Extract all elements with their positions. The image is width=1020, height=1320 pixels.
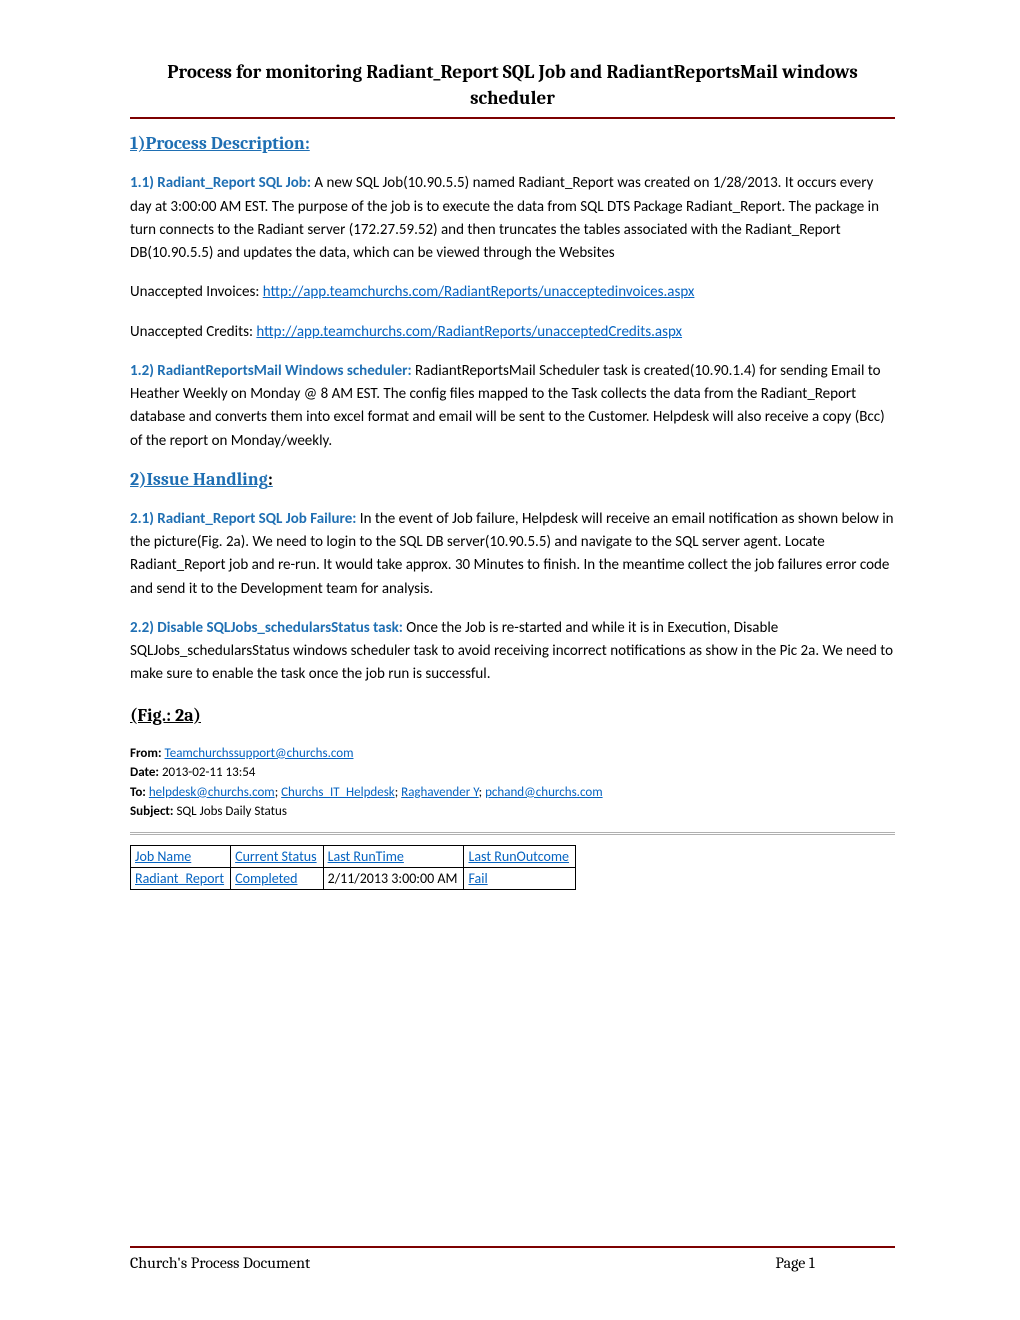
para-1-2-lead: 1.2) RadiantReportsMail Windows schedule…	[130, 362, 412, 380]
email-to-2[interactable]: Churchs_IT_Helpdesk	[281, 785, 395, 800]
status-table: Job Name Current Status Last RunTime Las…	[130, 845, 576, 890]
para-1-1-lead: 1.1) Radiant_Report SQL Job	[130, 174, 307, 192]
title-rule	[130, 117, 895, 119]
unaccepted-invoices-line: Unaccepted Invoices: http://app.teamchur…	[130, 281, 895, 304]
footer-rule	[130, 1246, 895, 1248]
section2-heading-text: 2)Issue Handling	[130, 469, 268, 490]
para-2-1-lead: 2.1) Radiant_Report SQL Job Failure:	[130, 510, 356, 528]
footer-row: Church's Process Document Page 1	[130, 1254, 895, 1272]
unaccepted-invoices-link[interactable]: http://app.teamchurchs.com/RadiantReport…	[263, 283, 695, 301]
paragraph-2-1: 2.1) Radiant_Report SQL Job Failure: In …	[130, 508, 895, 601]
cell-current-status: Completed	[231, 867, 324, 889]
email-date-value: 2013-02-11 13:54	[162, 765, 255, 780]
cell-last-runoutcome: Fail	[464, 867, 576, 889]
divider-thin-1	[130, 832, 895, 833]
email-to-4[interactable]: pchand@churchs.com	[485, 785, 603, 800]
email-to-3[interactable]: Raghavender Y	[401, 785, 479, 800]
divider-thin-2	[130, 834, 895, 835]
email-subject-value: SQL Jobs Daily Status	[176, 804, 286, 819]
para-2-2-lead: 2.2) Disable SQLJobs_schedularsStatus ta…	[130, 619, 403, 637]
section2-heading: 2)Issue Handling:	[130, 469, 895, 490]
email-subject-label: Subject:	[130, 804, 174, 819]
email-subject-line: Subject: SQL Jobs Daily Status	[130, 802, 895, 822]
table-header-row: Job Name Current Status Last RunTime Las…	[131, 845, 576, 867]
unaccepted-invoices-label: Unaccepted Invoices:	[130, 283, 263, 301]
unaccepted-credits-line: Unaccepted Credits: http://app.teamchurc…	[130, 321, 895, 344]
email-from-value[interactable]: Teamchurchssupport@churchs.com	[165, 746, 354, 761]
section1-heading: 1)Process Description:	[130, 133, 895, 154]
unaccepted-credits-link[interactable]: http://app.teamchurchs.com/RadiantReport…	[256, 323, 682, 341]
footer: Church's Process Document Page 1	[130, 1246, 895, 1272]
email-date-line: Date: 2013-02-11 13:54	[130, 763, 895, 783]
email-date-label: Date:	[130, 765, 159, 780]
section2-heading-colon: :	[268, 469, 273, 490]
document-title: Process for monitoring Radiant_Report SQ…	[130, 60, 895, 111]
col-current-status: Current Status	[231, 845, 324, 867]
figure-caption: (Fig.: 2a)	[130, 705, 895, 726]
paragraph-1-2: 1.2) RadiantReportsMail Windows schedule…	[130, 360, 895, 453]
page: Process for monitoring Radiant_Report SQ…	[0, 0, 1020, 1320]
cell-last-runtime: 2/11/2013 3:00:00 AM	[323, 867, 464, 889]
paragraph-1-1: 1.1) Radiant_Report SQL Job: A new SQL J…	[130, 172, 895, 265]
unaccepted-credits-label: Unaccepted Credits:	[130, 323, 256, 341]
email-from-label: From:	[130, 746, 162, 761]
table-row: Radiant_Report Completed 2/11/2013 3:00:…	[131, 867, 576, 889]
col-last-runtime: Last RunTime	[323, 845, 464, 867]
paragraph-2-2: 2.2) Disable SQLJobs_schedularsStatus ta…	[130, 617, 895, 687]
email-header-block: From: Teamchurchssupport@churchs.com Dat…	[130, 744, 895, 822]
email-to-1[interactable]: helpdesk@churchs.com	[149, 785, 275, 800]
email-from-line: From: Teamchurchssupport@churchs.com	[130, 744, 895, 764]
email-to-line: To: helpdesk@churchs.com; Churchs_IT_Hel…	[130, 783, 895, 803]
cell-job-name: Radiant_Report	[131, 867, 231, 889]
col-last-runoutcome: Last RunOutcome	[464, 845, 576, 867]
email-to-label: To:	[130, 785, 146, 800]
footer-page: Page 1	[735, 1254, 855, 1272]
col-job-name: Job Name	[131, 845, 231, 867]
footer-left: Church's Process Document	[130, 1254, 775, 1272]
